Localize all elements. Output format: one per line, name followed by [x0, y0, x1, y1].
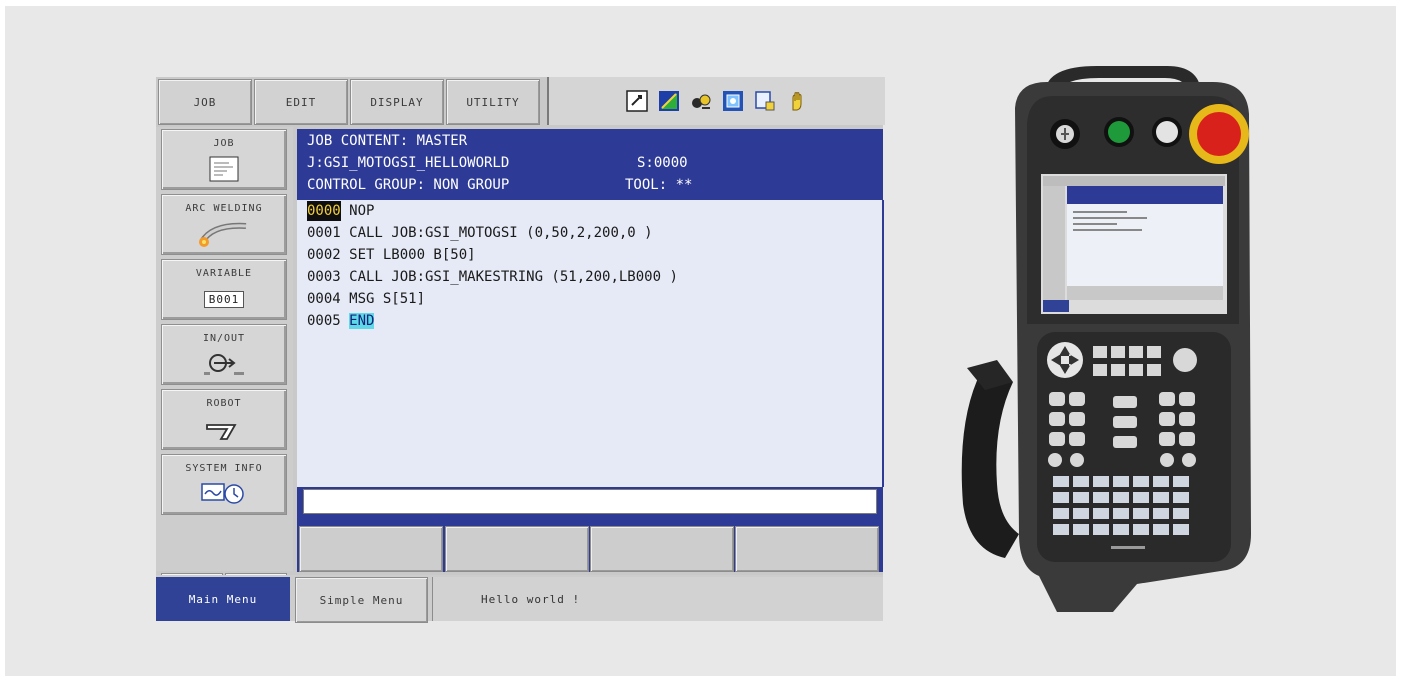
- line-number: 0000: [307, 201, 341, 221]
- page-icon[interactable]: [754, 90, 776, 112]
- sidebar-item-label: VARIABLE: [195, 268, 253, 279]
- bottom-bar: Main Menu Simple Menu Hello world !: [156, 575, 883, 623]
- job-line[interactable]: 0005 END: [307, 311, 375, 331]
- sidebar-item-label: ARC WELDING: [185, 203, 263, 214]
- canvas: JOB EDIT DISPLAY UTILITY JOB ARC WELDING…: [5, 6, 1396, 676]
- function-key-1[interactable]: [299, 526, 443, 572]
- job-line[interactable]: 0002 SET LB000 B[50]: [307, 245, 476, 265]
- variable-value: B001: [203, 290, 245, 308]
- line-instruction: MSG S[51]: [340, 291, 426, 307]
- pendant-screen: JOB EDIT DISPLAY UTILITY JOB ARC WELDING…: [156, 77, 885, 623]
- line-number: 0003: [307, 269, 341, 285]
- io-arrow-icon: [204, 354, 244, 375]
- function-key-3[interactable]: [590, 526, 734, 572]
- line-number: 0002: [307, 247, 341, 263]
- robot-arm-icon: [206, 424, 237, 440]
- job-document-icon: [209, 156, 239, 182]
- main-menu-button[interactable]: Main Menu: [156, 577, 290, 621]
- control-group: CONTROL GROUP: NON GROUP: [307, 177, 510, 193]
- sidebar-item-arc-welding[interactable]: ARC WELDING: [161, 194, 287, 255]
- job-content-title: JOB CONTENT: MASTER: [307, 133, 468, 149]
- running-robot-icon[interactable]: [690, 90, 712, 112]
- menu-utility[interactable]: UTILITY: [446, 79, 540, 125]
- line-number: 0005: [307, 313, 341, 329]
- input-line[interactable]: [303, 489, 877, 514]
- signal-level-icon[interactable]: [658, 90, 680, 112]
- sidebar-item-label: JOB: [213, 138, 235, 149]
- job-name: J:GSI_MOTOGSI_HELLOWORLD: [307, 155, 510, 171]
- sidebar-item-label: IN/OUT: [202, 333, 246, 344]
- sidebar-item-variable[interactable]: VARIABLE B001: [161, 259, 287, 320]
- line-number: 0001: [307, 225, 341, 241]
- function-key-4[interactable]: [735, 526, 879, 572]
- estop-button: [1197, 112, 1241, 156]
- teach-mode-icon[interactable]: [722, 90, 744, 112]
- job-program-listing: 0000 NOP 0001 CALL JOB:GSI_MOTOGSI (0,50…: [297, 200, 884, 487]
- welding-torch-icon: [199, 222, 247, 247]
- step-number: S:0000: [637, 155, 688, 171]
- sidebar-item-in-out[interactable]: IN/OUT: [161, 324, 287, 385]
- sidebar-item-label: SYSTEM INFO: [185, 463, 263, 474]
- menu-job[interactable]: JOB: [158, 79, 252, 125]
- line-instruction: [341, 313, 349, 329]
- job-line[interactable]: 0003 CALL JOB:GSI_MAKESTRING (51,200,LB0…: [307, 267, 678, 287]
- job-line[interactable]: 0004 MSG S[51]: [307, 289, 425, 309]
- status-icons-bar: [547, 77, 885, 125]
- job-content-header: JOB CONTENT: MASTER J:GSI_MOTOGSI_HELLOW…: [297, 129, 883, 200]
- line-instruction: NOP: [340, 203, 375, 219]
- sidebar-item-robot[interactable]: ROBOT: [161, 389, 287, 450]
- system-info-icon: [201, 483, 244, 504]
- teach-pendant-device-image: [961, 66, 1251, 612]
- menu-display[interactable]: DISPLAY: [350, 79, 444, 125]
- function-key-bar: [297, 522, 883, 572]
- tool-number: TOOL: **: [625, 177, 693, 193]
- sidebar-item-label: ROBOT: [206, 398, 242, 409]
- main-menu-sidebar: JOB ARC WELDING VARIABLE B001 IN/OUT ROB…: [156, 127, 293, 621]
- end-keyword: END: [349, 313, 375, 329]
- green-button: [1108, 121, 1130, 143]
- function-key-2[interactable]: [445, 526, 589, 572]
- simple-menu-button[interactable]: Simple Menu: [295, 577, 428, 623]
- message-line: Hello world !: [432, 577, 883, 621]
- line-number: 0004: [307, 291, 341, 307]
- line-instruction: CALL JOB:GSI_MAKESTRING (51,200,LB000 ): [340, 269, 678, 285]
- hand-icon[interactable]: [786, 90, 808, 112]
- menu-edit[interactable]: EDIT: [254, 79, 348, 125]
- job-line[interactable]: 0000 NOP: [307, 201, 374, 221]
- line-instruction: CALL JOB:GSI_MOTOGSI (0,50,2,200,0 ): [340, 225, 653, 241]
- sidebar-item-system-info[interactable]: SYSTEM INFO: [161, 454, 287, 515]
- edit-mode-icon[interactable]: [626, 90, 648, 112]
- job-line[interactable]: 0001 CALL JOB:GSI_MOTOGSI (0,50,2,200,0 …: [307, 223, 653, 243]
- line-instruction: SET LB000 B[50]: [340, 247, 476, 263]
- sidebar-item-job[interactable]: JOB: [161, 129, 287, 190]
